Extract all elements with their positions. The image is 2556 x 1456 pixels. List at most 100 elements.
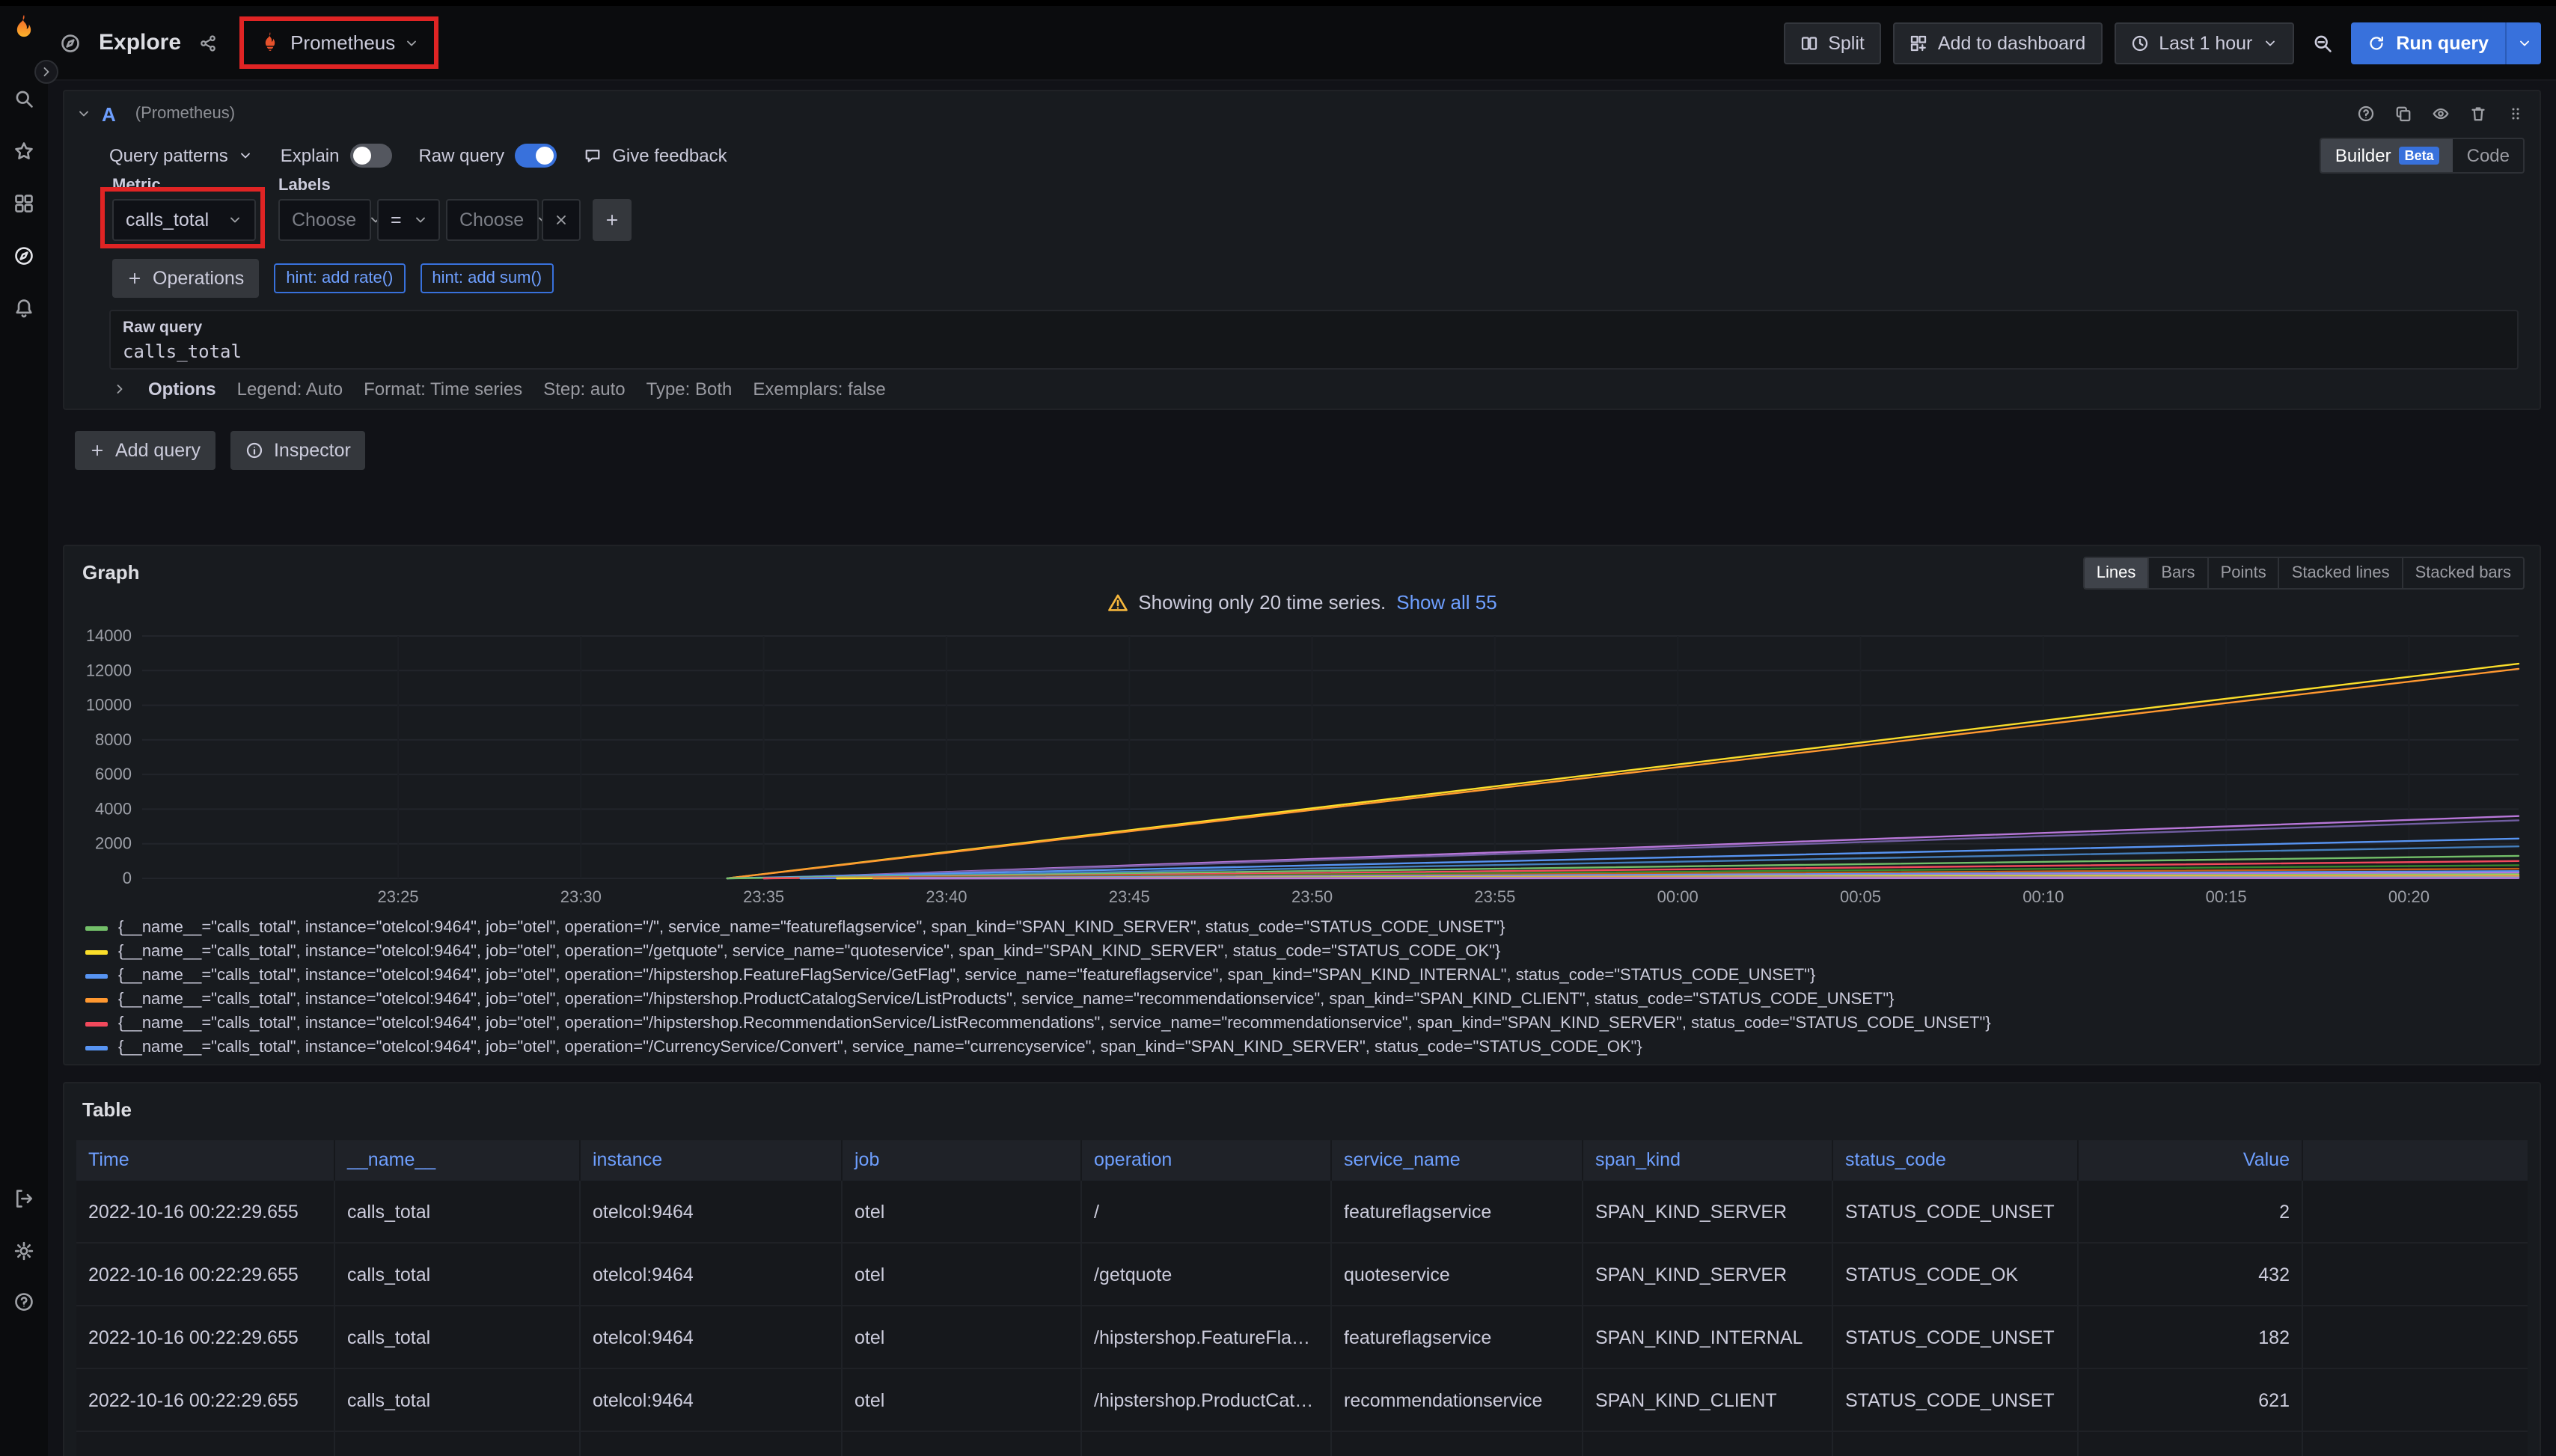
show-all-series-link[interactable]: Show all 55 [1396, 591, 1496, 614]
column-header-instance[interactable]: instance [581, 1140, 843, 1181]
label-value-select[interactable]: Choose [446, 199, 539, 241]
query-row-header: A (Prometheus) [76, 94, 2525, 133]
sidebar-item-dashboards[interactable] [13, 193, 34, 214]
query-hints: hint: add rate() hint: add sum() [274, 263, 554, 293]
options-label[interactable]: Options [148, 379, 216, 400]
graph-style-stacked-lines[interactable]: Stacked lines [2278, 558, 2402, 588]
label-key-select[interactable]: Choose [278, 199, 371, 241]
label-operator-select[interactable]: = [377, 199, 440, 241]
sidebar-item-starred[interactable] [13, 141, 34, 162]
grafana-logo[interactable] [7, 13, 40, 51]
give-feedback-link[interactable]: Give feedback [584, 145, 727, 166]
legend-item[interactable]: {__name__="calls_total", instance="otelc… [85, 940, 2528, 964]
split-button[interactable]: Split [1783, 22, 1881, 64]
sidebar-item-settings[interactable] [13, 1241, 34, 1261]
row-filler [2303, 1369, 2528, 1432]
column-header-__name__[interactable]: __name__ [335, 1140, 581, 1181]
table-panel: Table Time__name__instancejoboperationse… [63, 1082, 2541, 1456]
legend-item[interactable]: {__name__="calls_total", instance="otelc… [85, 916, 2528, 940]
hint-button[interactable]: hint: add rate() [274, 263, 405, 293]
explain-toggle[interactable] [349, 144, 391, 168]
remove-query-icon[interactable] [2469, 105, 2487, 123]
table-cell [2079, 1432, 2303, 1456]
raw-query-label: Raw query [123, 319, 2505, 337]
sidebar-item-alerting[interactable] [13, 298, 34, 319]
label-operator-value: = [391, 209, 402, 230]
column-header-operation[interactable]: operation [1082, 1140, 1332, 1181]
warning-text: Showing only 20 time series. [1138, 591, 1386, 614]
table-cell: 432 [2079, 1244, 2303, 1306]
query-patterns-dropdown[interactable]: Query patterns [109, 145, 254, 166]
column-header-span_kind[interactable]: span_kind [1583, 1140, 1833, 1181]
column-header-status_code[interactable]: status_code [1833, 1140, 2079, 1181]
options-chevron-icon[interactable] [112, 382, 127, 397]
remove-label-filter-button[interactable] [542, 199, 581, 241]
option-summary-item: Step: auto [543, 379, 625, 400]
collapse-chevron-icon[interactable] [76, 106, 91, 121]
table-cell: recommendationservice [1332, 1432, 1583, 1456]
add-operation-button[interactable]: Operations [112, 259, 259, 298]
hide-query-icon[interactable] [2432, 105, 2450, 123]
graph-panel-title: Graph [82, 561, 140, 584]
table-cell: STATUS_CODE_UNSET [1833, 1369, 2079, 1432]
run-query-caret[interactable] [2505, 22, 2541, 64]
sidebar-item-search[interactable] [13, 88, 34, 109]
run-query-button[interactable]: Run query [2351, 22, 2505, 64]
table-cell: SPAN_KIND_SERVER [1583, 1432, 1833, 1456]
graph-style-bars[interactable]: Bars [2147, 558, 2207, 588]
zoom-out-button[interactable] [2306, 22, 2339, 64]
table-cell: / [1082, 1181, 1332, 1244]
help-icon[interactable] [2357, 105, 2375, 123]
column-header-service_name[interactable]: service_name [1332, 1140, 1583, 1181]
add-label-filter-button[interactable] [593, 199, 632, 241]
code-tab[interactable]: Code [2453, 139, 2523, 172]
legend-label: {__name__="calls_total", instance="otelc… [118, 1015, 1991, 1033]
svg-text:23:25: 23:25 [377, 887, 418, 906]
graph-style-lines[interactable]: Lines [2085, 558, 2148, 588]
query-ref-id[interactable]: A [102, 103, 116, 125]
operations-row: Operations hint: add rate() hint: add sum… [112, 259, 554, 298]
table-cell: otelcol:9464 [581, 1432, 843, 1456]
drag-handle-icon[interactable] [2507, 105, 2525, 123]
table-cell: otel [843, 1181, 1082, 1244]
column-header-value[interactable]: Value [2079, 1140, 2303, 1181]
time-range-picker[interactable]: Last 1 hour [2114, 22, 2294, 64]
legend-item[interactable]: {__name__="calls_total", instance="otelc… [85, 1012, 2528, 1036]
graph-panel: Graph LinesBarsPointsStacked linesStacke… [63, 545, 2541, 1065]
sidebar-expand-button[interactable] [34, 60, 58, 84]
add-query-button[interactable]: Add query [75, 431, 215, 470]
sidebar-item-explore[interactable] [13, 245, 34, 266]
inspector-button[interactable]: Inspector [230, 431, 366, 470]
legend-item[interactable]: {__name__="calls_total", instance="otelc… [85, 1036, 2528, 1059]
svg-text:00:15: 00:15 [2206, 887, 2247, 906]
sidebar-item-sign-in[interactable] [13, 1188, 34, 1209]
duplicate-query-icon[interactable] [2394, 105, 2412, 123]
legend-item[interactable]: {__name__="calls_total", instance="otelc… [85, 1059, 2528, 1064]
column-header-job[interactable]: job [843, 1140, 1082, 1181]
add-to-dashboard-button[interactable]: Add to dashboard [1893, 22, 2102, 64]
graph-style-stacked-bars[interactable]: Stacked bars [2402, 558, 2523, 588]
legend-label: {__name__="calls_total", instance="otelc… [118, 919, 1505, 937]
raw-query-box: Raw query calls_total [109, 310, 2519, 370]
svg-text:23:45: 23:45 [1109, 887, 1150, 906]
table-cell: calls_total [335, 1244, 581, 1306]
raw-query-toggle[interactable] [515, 144, 557, 168]
datasource-picker[interactable]: Prometheus [247, 22, 431, 63]
time-series-chart[interactable]: 0200040006000800010000120001400023:2523:… [73, 621, 2528, 914]
share-icon[interactable] [199, 34, 217, 52]
graph-style-points[interactable]: Points [2207, 558, 2278, 588]
legend-item[interactable]: {__name__="calls_total", instance="otelc… [85, 988, 2528, 1012]
hint-button[interactable]: hint: add sum() [420, 263, 554, 293]
sidebar-item-help[interactable] [13, 1291, 34, 1312]
svg-text:00:10: 00:10 [2023, 887, 2064, 906]
legend-label: {__name__="calls_total", instance="otelc… [118, 1062, 665, 1064]
graph-style-switcher: LinesBarsPointsStacked linesStacked bars [2083, 557, 2525, 590]
add-to-dashboard-label: Add to dashboard [1938, 32, 2085, 53]
builder-tab[interactable]: Builder Beta [2322, 139, 2453, 172]
sidebar [0, 0, 48, 1456]
svg-text:23:30: 23:30 [560, 887, 602, 906]
metric-select[interactable]: calls_total [112, 199, 256, 241]
column-header-time[interactable]: Time [76, 1140, 335, 1181]
legend-item[interactable]: {__name__="calls_total", instance="otelc… [85, 964, 2528, 988]
svg-text:6000: 6000 [95, 765, 132, 783]
